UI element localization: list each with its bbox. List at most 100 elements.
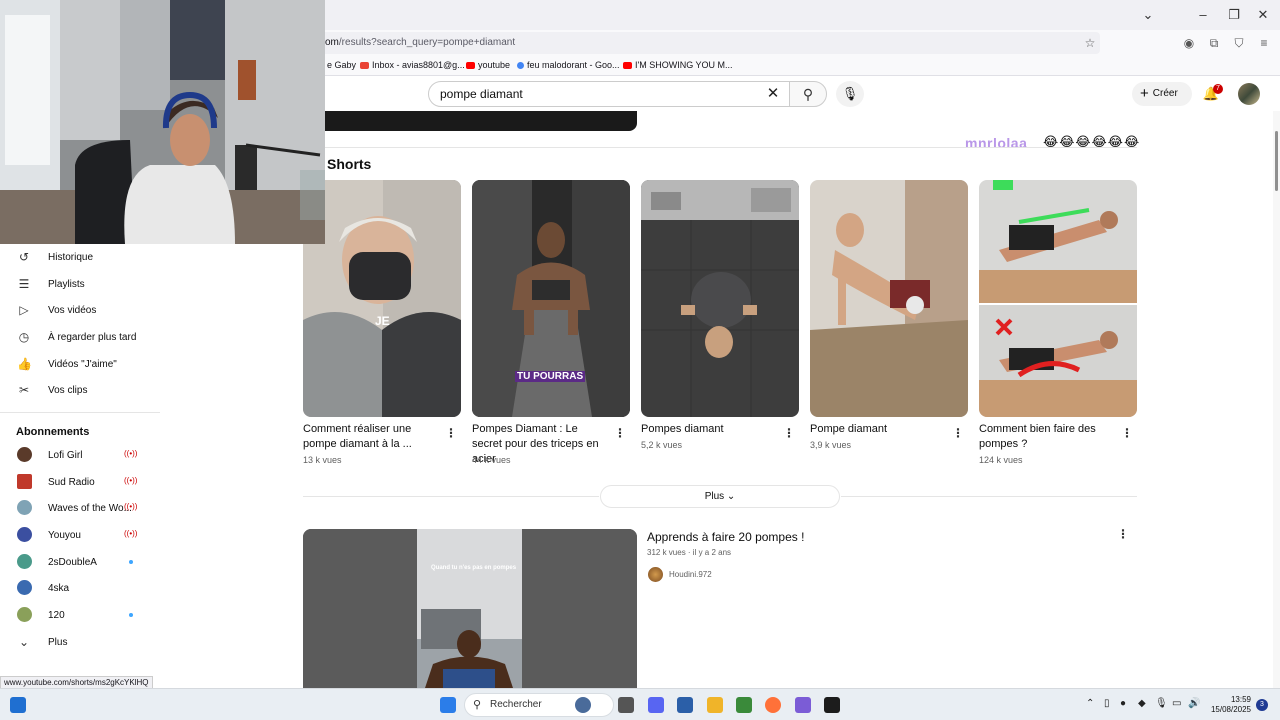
more-options-icon[interactable]: ⋮ (952, 427, 964, 439)
app-icon[interactable] (736, 697, 752, 713)
video-title[interactable]: Apprends à faire 20 pompes ! (647, 530, 804, 544)
youtube-icon (623, 61, 632, 69)
file-explorer-icon[interactable] (707, 697, 723, 713)
bookmark-star-icon[interactable]: ☆ (1081, 34, 1099, 52)
page-scrollbar[interactable] (1273, 111, 1280, 688)
discord-icon[interactable] (648, 697, 664, 713)
short-card[interactable]: Comment bien faire des pompes ? 124 k vu… (979, 180, 1137, 465)
subscription-item[interactable]: Youyou ((•)) (0, 522, 160, 548)
short-thumbnail[interactable] (810, 180, 968, 417)
bookmark-item[interactable]: e Gaby (327, 60, 356, 70)
tab-list-chevron-icon[interactable]: ⌄ (1138, 5, 1158, 25)
widgets-icon[interactable] (10, 697, 26, 713)
more-options-icon[interactable]: ⋮ (1117, 528, 1129, 540)
gmail-icon (360, 61, 369, 69)
microphone-icon[interactable]: 🎙 (1155, 698, 1168, 709)
short-thumbnail[interactable] (979, 180, 1137, 417)
notification-count-badge[interactable]: 3 (1256, 699, 1268, 711)
sidebar-item-liked-videos[interactable]: 👍 Vidéos "J'aime" (0, 351, 160, 377)
close-window-icon[interactable]: ✕ (1253, 5, 1273, 25)
more-options-icon[interactable]: ⋮ (1121, 427, 1133, 439)
shorts-section-title: Shorts (327, 156, 372, 172)
channel-name[interactable]: Houdini.972 (669, 570, 712, 579)
sidebar-item-playlists[interactable]: ☰ Playlists (0, 271, 160, 297)
bookmark-item[interactable]: feu malodorant - Goo... (517, 60, 620, 70)
url-bar[interactable]: om/results?search_query=pompe+diamant (310, 32, 1100, 54)
taskbar-search[interactable]: ⚲ Rechercher (464, 693, 614, 717)
search-button[interactable]: ⚲ (789, 81, 827, 107)
ad-banner[interactable] (325, 111, 637, 131)
clear-search-icon[interactable]: ✕ (764, 85, 782, 103)
short-card[interactable]: Pompes diamant 5,2 k vues ⋮ (641, 180, 799, 450)
thumbnail-illustration (641, 180, 799, 417)
sidebar-show-more[interactable]: ⌄ Plus (0, 629, 160, 655)
short-views: 124 k vues (979, 455, 1023, 465)
app-icon[interactable] (677, 697, 693, 713)
short-title[interactable]: Pompe diamant (810, 422, 948, 437)
subscriptions-heading[interactable]: Abonnements (16, 426, 89, 438)
sidebar-item-label: 120 (48, 610, 65, 621)
new-content-dot (129, 613, 133, 617)
more-options-icon[interactable]: ⋮ (445, 427, 457, 439)
show-more-shorts-button[interactable]: Plus ⌄ (600, 485, 840, 508)
extensions-icon[interactable]: ⧉ (1205, 34, 1223, 52)
short-thumbnail[interactable]: JE (303, 180, 461, 417)
create-button[interactable]: + Créer (1132, 82, 1192, 106)
subscription-item[interactable]: 120 (0, 602, 160, 628)
webcam-illustration (0, 0, 325, 244)
short-thumbnail[interactable] (641, 180, 799, 417)
sidebar-item-vos-videos[interactable]: ▷ Vos vidéos (0, 297, 160, 323)
scrollbar-thumb[interactable] (1275, 131, 1278, 191)
channel-avatar (17, 607, 32, 622)
account-icon[interactable]: ◉ (1180, 34, 1198, 52)
short-title[interactable]: Comment réaliser une pompe diamant à la … (303, 422, 441, 452)
short-title[interactable]: Pompes diamant (641, 422, 779, 437)
channel-avatar[interactable] (648, 567, 663, 582)
app-icon[interactable] (795, 697, 811, 713)
short-thumbnail[interactable]: TU POURRAS (472, 180, 630, 417)
search-input[interactable]: pompe diamant (428, 81, 790, 107)
bookmark-item[interactable]: I'M SHOWING YOU M... (623, 60, 733, 70)
user-avatar[interactable] (1238, 83, 1260, 105)
subscription-item[interactable]: 2sDoubleA (0, 549, 160, 575)
short-title[interactable]: Comment bien faire des pompes ? (979, 422, 1117, 452)
plus-icon: + (1140, 85, 1149, 102)
more-options-icon[interactable]: ⋮ (783, 427, 795, 439)
tray-chevron-up-icon[interactable]: ⌃ (1086, 698, 1094, 709)
volume-icon[interactable]: 🔊 (1188, 698, 1200, 709)
tray-app-icon[interactable]: ● (1120, 698, 1126, 709)
taskbar-clock[interactable]: 13:59 15/08/2025 (1205, 695, 1251, 715)
subscription-item[interactable]: Lofi Girl ((•)) (0, 442, 160, 468)
video-thumbnail[interactable]: Quand tu n'es pas en pompes (303, 529, 637, 688)
short-card[interactable]: Pompe diamant 3,9 k vues ⋮ (810, 180, 968, 450)
firefox-icon[interactable] (765, 697, 781, 713)
shield-icon[interactable]: ⛉ (1230, 34, 1248, 52)
minimize-icon[interactable]: – (1193, 5, 1213, 25)
battery-icon[interactable]: ▯ (1104, 698, 1110, 709)
subscription-item[interactable]: Waves of the Wo... ((•)) (0, 495, 160, 521)
tray-app-icon[interactable]: ◆ (1138, 698, 1146, 709)
subscription-item[interactable]: 4ska (0, 575, 160, 601)
taskbar-search-label: Rechercher (490, 699, 542, 710)
thumbnail-caption: Quand tu n'es pas en pompes (431, 565, 517, 571)
sidebar-item-watch-later[interactable]: ◷ À regarder plus tard (0, 324, 160, 350)
menu-icon[interactable]: ≡ (1255, 34, 1273, 52)
bookmark-item[interactable]: Inbox - avias8801@g... (360, 60, 465, 70)
bookmark-item[interactable]: youtube (466, 60, 510, 70)
channel-avatar (17, 580, 32, 595)
short-card[interactable]: TU POURRAS Pompes Diamant : Le secret po… (472, 180, 630, 465)
subscription-item[interactable]: Sud Radio ((•)) (0, 469, 160, 495)
thumbnail-illustration (979, 180, 1137, 417)
windows-start-icon[interactable] (440, 697, 456, 713)
voice-search-button[interactable]: 🎙 (836, 81, 864, 107)
app-icon[interactable] (824, 697, 840, 713)
sidebar-item-historique[interactable]: ↺ Historique (0, 244, 160, 270)
short-card[interactable]: JE Comment réaliser une pompe diamant à … (303, 180, 461, 465)
maximize-icon[interactable]: ❐ (1224, 5, 1244, 25)
more-options-icon[interactable]: ⋮ (614, 427, 626, 439)
app-icon[interactable] (575, 697, 591, 713)
sidebar-item-clips[interactable]: ✂ Vos clips (0, 377, 160, 403)
network-icon[interactable]: ▭ (1172, 698, 1181, 709)
search-icon: ⚲ (473, 699, 482, 711)
task-view-icon[interactable] (618, 697, 634, 713)
